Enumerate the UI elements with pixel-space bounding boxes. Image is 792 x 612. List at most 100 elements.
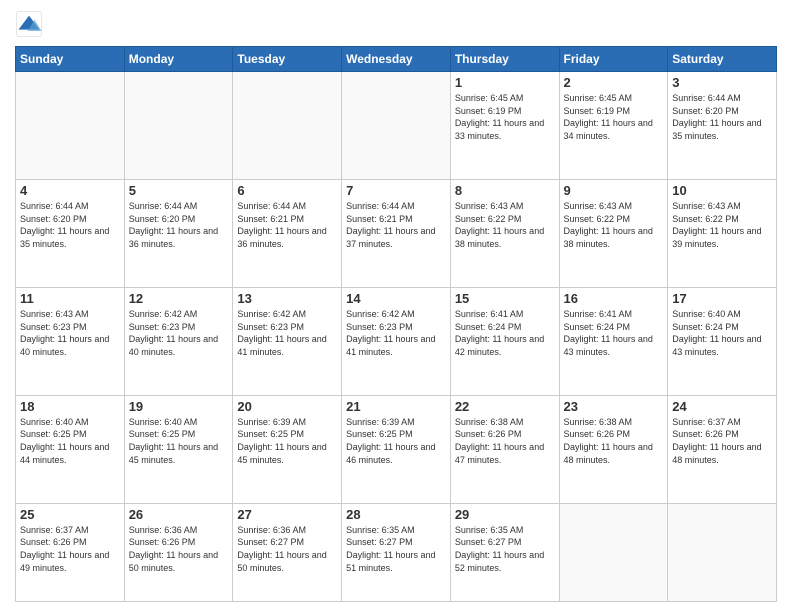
calendar-cell: 24Sunrise: 6:37 AM Sunset: 6:26 PM Dayli… (668, 395, 777, 503)
day-info: Sunrise: 6:38 AM Sunset: 6:26 PM Dayligh… (455, 416, 555, 466)
day-info: Sunrise: 6:37 AM Sunset: 6:26 PM Dayligh… (20, 524, 120, 574)
calendar-week-0: 1 Sunrise: 6:45 AM Sunset: 6:19 PM Daylig… (16, 72, 777, 180)
day-info: Sunrise: 6:42 AM Sunset: 6:23 PM Dayligh… (346, 308, 446, 358)
day-info: Sunrise: 6:44 AM Sunset: 6:20 PM Dayligh… (20, 200, 120, 250)
calendar-cell: 23 Sunrise: 6:38 AM Sunset: 6:26 PM Dayli… (559, 395, 668, 503)
day-info: Sunrise: 6:44 AM Sunset: 6:20 PM Dayligh… (672, 92, 772, 142)
day-info: Sunrise: 6:41 AM Sunset: 6:24 PM Dayligh… (455, 308, 555, 358)
day-number: 10 (672, 183, 772, 198)
day-number: 19 (129, 399, 229, 414)
calendar-body: 1 Sunrise: 6:45 AM Sunset: 6:19 PM Daylig… (16, 72, 777, 602)
calendar-cell: 21 Sunrise: 6:39 AM Sunset: 6:25 PM Dayli… (342, 395, 451, 503)
day-info: Sunrise: 6:35 AM Sunset: 6:27 PM Dayligh… (346, 524, 446, 574)
day-number: 4 (20, 183, 120, 198)
day-number: 7 (346, 183, 446, 198)
calendar-week-2: 11 Sunrise: 6:43 AM Sunset: 6:23 PM Dayli… (16, 287, 777, 395)
day-number: 9 (564, 183, 664, 198)
calendar-cell: 8 Sunrise: 6:43 AM Sunset: 6:22 PM Daylig… (450, 179, 559, 287)
day-number: 13 (237, 291, 337, 306)
calendar-cell: 7 Sunrise: 6:44 AM Sunset: 6:21 PM Daylig… (342, 179, 451, 287)
day-info: Sunrise: 6:35 AM Sunset: 6:27 PM Dayligh… (455, 524, 555, 574)
calendar-cell: 17 Sunrise: 6:40 AM Sunset: 6:24 PM Dayli… (668, 287, 777, 395)
calendar-cell (668, 503, 777, 601)
day-number: 23 (564, 399, 664, 414)
day-info: Sunrise: 6:38 AM Sunset: 6:26 PM Dayligh… (564, 416, 664, 466)
day-number: 29 (455, 507, 555, 522)
calendar-cell (559, 503, 668, 601)
calendar-cell: 13 Sunrise: 6:42 AM Sunset: 6:23 PM Dayli… (233, 287, 342, 395)
day-info: Sunrise: 6:40 AM Sunset: 6:25 PM Dayligh… (20, 416, 120, 466)
day-number: 12 (129, 291, 229, 306)
day-number: 26 (129, 507, 229, 522)
calendar-cell (342, 72, 451, 180)
calendar-table: SundayMondayTuesdayWednesdayThursdayFrid… (15, 46, 777, 602)
header-day-saturday: Saturday (668, 47, 777, 72)
calendar-cell: 25 Sunrise: 6:37 AM Sunset: 6:26 PM Dayli… (16, 503, 125, 601)
calendar-cell: 3 Sunrise: 6:44 AM Sunset: 6:20 PM Daylig… (668, 72, 777, 180)
day-info: Sunrise: 6:39 AM Sunset: 6:25 PM Dayligh… (346, 416, 446, 466)
day-number: 2 (564, 75, 664, 90)
header-row: SundayMondayTuesdayWednesdayThursdayFrid… (16, 47, 777, 72)
calendar-cell: 2 Sunrise: 6:45 AM Sunset: 6:19 PM Daylig… (559, 72, 668, 180)
day-info: Sunrise: 6:43 AM Sunset: 6:23 PM Dayligh… (20, 308, 120, 358)
day-info: Sunrise: 6:39 AM Sunset: 6:25 PM Dayligh… (237, 416, 337, 466)
day-number: 11 (20, 291, 120, 306)
calendar-cell (233, 72, 342, 180)
day-number: 18 (20, 399, 120, 414)
day-number: 5 (129, 183, 229, 198)
day-info: Sunrise: 6:41 AM Sunset: 6:24 PM Dayligh… (564, 308, 664, 358)
calendar-cell (124, 72, 233, 180)
day-info: Sunrise: 6:43 AM Sunset: 6:22 PM Dayligh… (564, 200, 664, 250)
day-info: Sunrise: 6:45 AM Sunset: 6:19 PM Dayligh… (564, 92, 664, 142)
day-info: Sunrise: 6:44 AM Sunset: 6:21 PM Dayligh… (237, 200, 337, 250)
day-number: 3 (672, 75, 772, 90)
day-info: Sunrise: 6:40 AM Sunset: 6:25 PM Dayligh… (129, 416, 229, 466)
calendar-cell: 29 Sunrise: 6:35 AM Sunset: 6:27 PM Dayli… (450, 503, 559, 601)
day-number: 22 (455, 399, 555, 414)
day-number: 25 (20, 507, 120, 522)
calendar-cell: 27 Sunrise: 6:36 AM Sunset: 6:27 PM Dayli… (233, 503, 342, 601)
day-number: 17 (672, 291, 772, 306)
calendar-cell: 19 Sunrise: 6:40 AM Sunset: 6:25 PM Dayli… (124, 395, 233, 503)
calendar-cell: 15 Sunrise: 6:41 AM Sunset: 6:24 PM Dayli… (450, 287, 559, 395)
calendar-cell: 5Sunrise: 6:44 AM Sunset: 6:20 PM Daylig… (124, 179, 233, 287)
day-info: Sunrise: 6:42 AM Sunset: 6:23 PM Dayligh… (237, 308, 337, 358)
calendar-cell: 18 Sunrise: 6:40 AM Sunset: 6:25 PM Dayli… (16, 395, 125, 503)
day-number: 15 (455, 291, 555, 306)
calendar-cell: 16Sunrise: 6:41 AM Sunset: 6:24 PM Dayli… (559, 287, 668, 395)
header (15, 10, 777, 38)
calendar-cell: 20 Sunrise: 6:39 AM Sunset: 6:25 PM Dayli… (233, 395, 342, 503)
calendar-week-1: 4 Sunrise: 6:44 AM Sunset: 6:20 PM Daylig… (16, 179, 777, 287)
day-number: 27 (237, 507, 337, 522)
header-day-tuesday: Tuesday (233, 47, 342, 72)
day-info: Sunrise: 6:36 AM Sunset: 6:27 PM Dayligh… (237, 524, 337, 574)
calendar-cell: 6Sunrise: 6:44 AM Sunset: 6:21 PM Daylig… (233, 179, 342, 287)
calendar-cell: 28 Sunrise: 6:35 AM Sunset: 6:27 PM Dayli… (342, 503, 451, 601)
day-number: 20 (237, 399, 337, 414)
calendar-cell: 26Sunrise: 6:36 AM Sunset: 6:26 PM Dayli… (124, 503, 233, 601)
day-number: 8 (455, 183, 555, 198)
day-info: Sunrise: 6:45 AM Sunset: 6:19 PM Dayligh… (455, 92, 555, 142)
calendar-cell: 22 Sunrise: 6:38 AM Sunset: 6:26 PM Dayli… (450, 395, 559, 503)
calendar-cell: 14 Sunrise: 6:42 AM Sunset: 6:23 PM Dayli… (342, 287, 451, 395)
header-day-thursday: Thursday (450, 47, 559, 72)
logo (15, 10, 47, 38)
day-info: Sunrise: 6:40 AM Sunset: 6:24 PM Dayligh… (672, 308, 772, 358)
calendar-cell (16, 72, 125, 180)
day-info: Sunrise: 6:44 AM Sunset: 6:21 PM Dayligh… (346, 200, 446, 250)
header-day-friday: Friday (559, 47, 668, 72)
day-number: 21 (346, 399, 446, 414)
day-info: Sunrise: 6:43 AM Sunset: 6:22 PM Dayligh… (455, 200, 555, 250)
day-number: 28 (346, 507, 446, 522)
calendar-cell: 1 Sunrise: 6:45 AM Sunset: 6:19 PM Daylig… (450, 72, 559, 180)
logo-icon (15, 10, 43, 38)
header-day-sunday: Sunday (16, 47, 125, 72)
calendar-cell: 11 Sunrise: 6:43 AM Sunset: 6:23 PM Dayli… (16, 287, 125, 395)
calendar-week-3: 18 Sunrise: 6:40 AM Sunset: 6:25 PM Dayli… (16, 395, 777, 503)
day-number: 1 (455, 75, 555, 90)
calendar-cell: 12Sunrise: 6:42 AM Sunset: 6:23 PM Dayli… (124, 287, 233, 395)
header-day-monday: Monday (124, 47, 233, 72)
calendar-cell: 9 Sunrise: 6:43 AM Sunset: 6:22 PM Daylig… (559, 179, 668, 287)
day-number: 14 (346, 291, 446, 306)
day-number: 24 (672, 399, 772, 414)
